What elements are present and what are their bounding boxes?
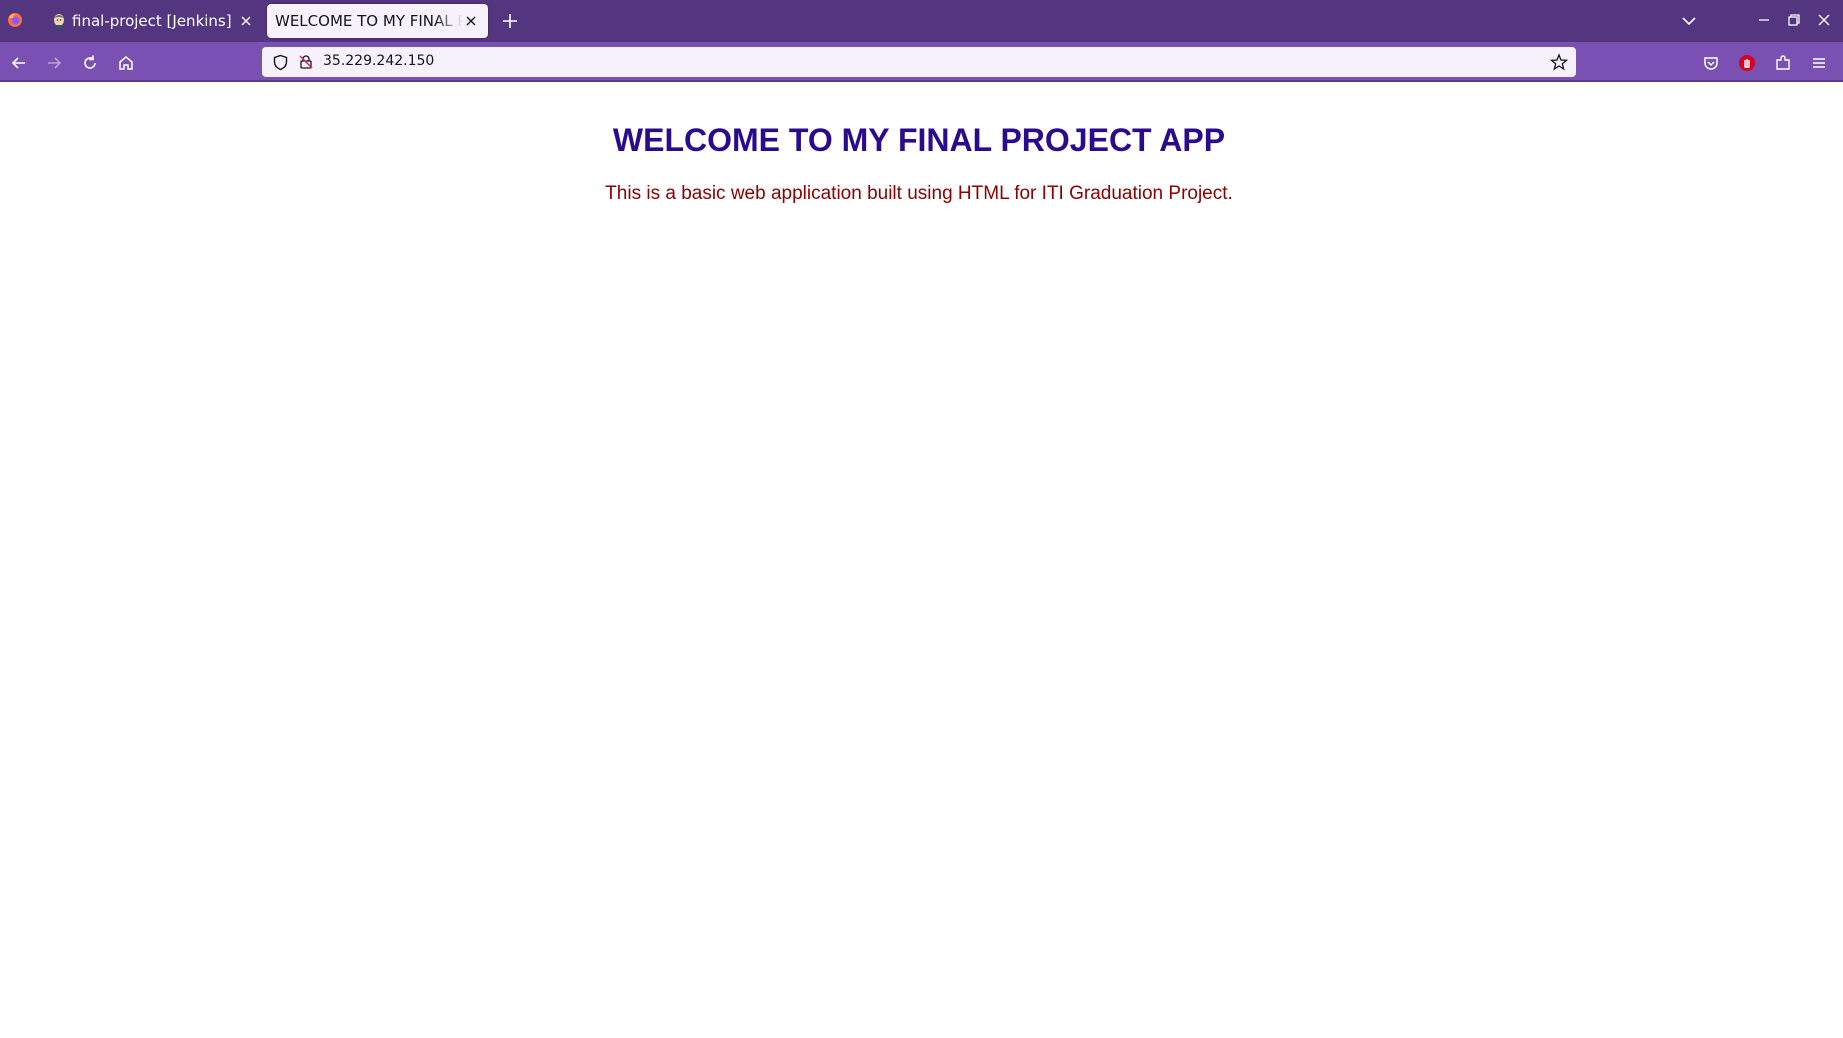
url-bar[interactable]: 35.229.242.150 [262, 47, 1576, 77]
insecure-lock-icon[interactable] [298, 54, 314, 70]
tracking-protection-shield-icon[interactable] [272, 54, 289, 71]
navigation-toolbar: 35.229.242.150 [0, 42, 1843, 82]
reload-icon[interactable] [81, 54, 99, 72]
home-icon[interactable] [117, 54, 135, 72]
new-tab-plus-icon[interactable] [501, 12, 519, 30]
list-all-tabs-chevron-icon[interactable] [1680, 12, 1698, 30]
tab-jenkins[interactable]: final-project [Jenkins] [38, 4, 262, 38]
close-icon[interactable] [238, 13, 254, 29]
tab-title: final-project [Jenkins] [72, 12, 232, 30]
extensions-puzzle-icon[interactable] [1774, 54, 1792, 72]
tab-title: WELCOME TO MY FINAL PROJECT APP [275, 12, 463, 30]
tab-strip: final-project [Jenkins] WELCOME TO MY FI… [0, 0, 1843, 42]
minimize-icon[interactable] [1756, 12, 1772, 28]
close-window-icon[interactable] [1816, 12, 1832, 28]
url-text[interactable]: 35.229.242.150 [323, 53, 434, 69]
restore-icon[interactable] [1786, 12, 1802, 28]
page-heading: WELCOME TO MY FINAL PROJECT APP [612, 122, 1226, 158]
jenkins-butler-icon [54, 14, 64, 29]
page-content: WELCOME TO MY FINAL PROJECT APP This is … [0, 84, 1843, 1038]
hamburger-menu-icon[interactable] [1810, 54, 1828, 72]
pocket-icon[interactable] [1702, 54, 1720, 72]
extension-red-hand-icon[interactable] [1738, 54, 1756, 72]
page-description: This is a basic web application built us… [605, 183, 1233, 204]
back-arrow-icon[interactable] [10, 54, 28, 72]
close-icon[interactable] [463, 13, 479, 29]
bookmark-star-icon[interactable] [1550, 53, 1568, 71]
forward-arrow-icon[interactable] [45, 54, 63, 72]
firefox-logo-icon[interactable] [7, 12, 23, 28]
tab-welcome[interactable]: WELCOME TO MY FINAL PROJECT APP [267, 4, 488, 38]
